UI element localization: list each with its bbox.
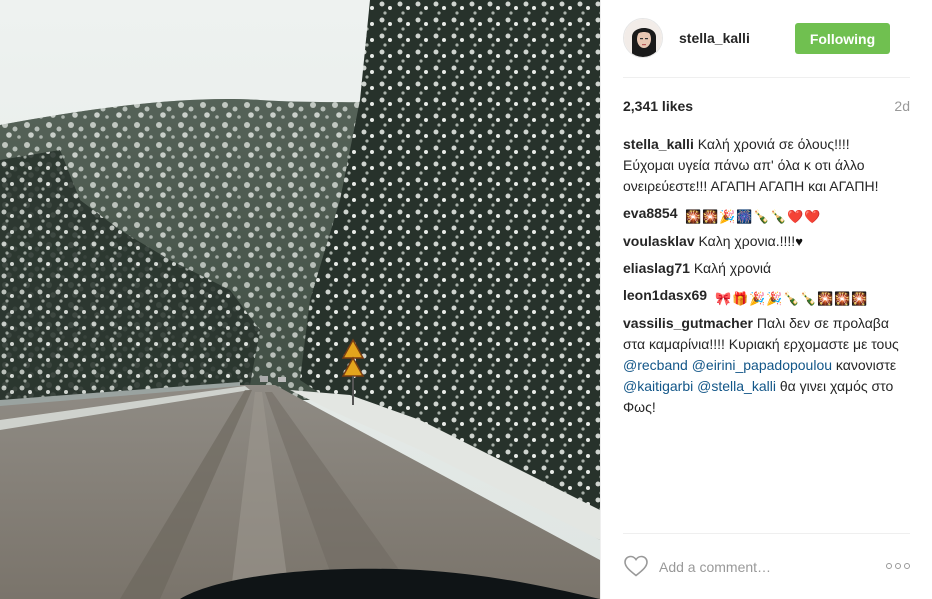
comment-emojis: 🎇 🎇 🎉 🎆 🍾 🍾 ❤️ ❤️ — [685, 209, 820, 225]
comment-item: eliaslag71 Καλή χρονιά — [623, 258, 903, 279]
post-age[interactable]: 2d — [894, 98, 910, 114]
red-heart-emoji: ❤️ — [787, 209, 804, 224]
champagne-emoji: 🍾 — [770, 209, 787, 224]
more-dot — [886, 563, 892, 569]
sparkler-emoji: 🎇 — [816, 291, 834, 306]
comment-username[interactable]: leon1dasx69 — [623, 287, 707, 303]
sparkler-emoji: 🎇 — [833, 291, 851, 306]
more-dot — [904, 563, 910, 569]
comment-username[interactable]: stella_kalli — [623, 136, 694, 152]
comment-username[interactable]: eliaslag71 — [623, 260, 690, 276]
sparkler-emoji: 🎇 — [850, 291, 868, 306]
black-heart-icon: ♥ — [795, 234, 803, 249]
comment-item: vassilis_gutmacher Παλι δεν σε προλαβα σ… — [623, 313, 903, 418]
sparkler-emoji: 🎇 — [702, 209, 719, 224]
heart-outline-icon — [624, 555, 648, 577]
comment-item: stella_kalli Καλή χρονιά σε όλους!!!! Εύ… — [623, 134, 903, 197]
champagne-emoji: 🍾 — [782, 291, 800, 306]
comment-text: Καλη χρονια.!!!! — [698, 233, 796, 249]
red-heart-emoji: ❤️ — [804, 209, 821, 224]
comment-emojis: 🎀 🎁 🎉 🎉 🍾 🍾 🎇 🎇 🎇 — [715, 291, 867, 307]
comment-item: leon1dasx69 🎀 🎁 🎉 🎉 🍾 🍾 🎇 🎇 🎇 — [623, 285, 903, 307]
ribbon-emoji: 🎀 — [714, 291, 732, 306]
mention-link[interactable]: @eirini_papadopoulou — [692, 357, 832, 373]
more-dot — [895, 563, 901, 569]
snowy-road-image — [0, 0, 600, 599]
comment-text: Καλή χρονιά — [693, 260, 772, 276]
comment-username[interactable]: vassilis_gutmacher — [623, 315, 753, 331]
comment-username[interactable]: eva8854 — [623, 205, 678, 221]
avatar[interactable] — [623, 18, 663, 58]
mention-link[interactable]: @kaitigarbi — [623, 378, 693, 394]
comment-item: eva8854 🎇 🎇 🎉 🎆 🍾 🍾 ❤️ ❤️ — [623, 203, 903, 225]
author-username[interactable]: stella_kalli — [679, 30, 750, 46]
comment-username[interactable]: voulasklav — [623, 233, 695, 249]
like-button[interactable] — [623, 554, 649, 578]
likes-count[interactable]: 2,341 likes — [623, 98, 693, 114]
gift-emoji: 🎁 — [731, 291, 749, 306]
footer-divider — [623, 533, 910, 534]
add-comment-input[interactable] — [657, 554, 861, 580]
mention-link[interactable]: @recband — [623, 357, 688, 373]
champagne-emoji: 🍾 — [799, 291, 817, 306]
party-popper-emoji: 🎉 — [748, 291, 766, 306]
mention-link[interactable]: @stella_kalli — [697, 378, 776, 394]
more-options-button[interactable] — [884, 556, 910, 576]
post-sidebar: stella_kalli 2,341 likes 2d stella_kalli… — [600, 0, 932, 599]
fireworks-emoji: 🎆 — [736, 209, 753, 224]
instagram-post: stella_kalli 2,341 likes 2d stella_kalli… — [0, 0, 932, 599]
comment-item: voulasklav Καλη χρονια.!!!!♥ — [623, 231, 903, 252]
party-popper-emoji: 🎉 — [765, 291, 783, 306]
sparkler-emoji: 🎇 — [685, 209, 702, 224]
following-button[interactable]: Following — [795, 23, 890, 54]
header-divider — [623, 77, 910, 78]
avatar-image — [624, 19, 662, 57]
comment-text: κανονιστε — [835, 357, 897, 373]
post-photo[interactable] — [0, 0, 600, 599]
comments-list: stella_kalli Καλή χρονιά σε όλους!!!! Εύ… — [623, 134, 903, 424]
champagne-emoji: 🍾 — [753, 209, 770, 224]
party-popper-emoji: 🎉 — [719, 209, 736, 224]
